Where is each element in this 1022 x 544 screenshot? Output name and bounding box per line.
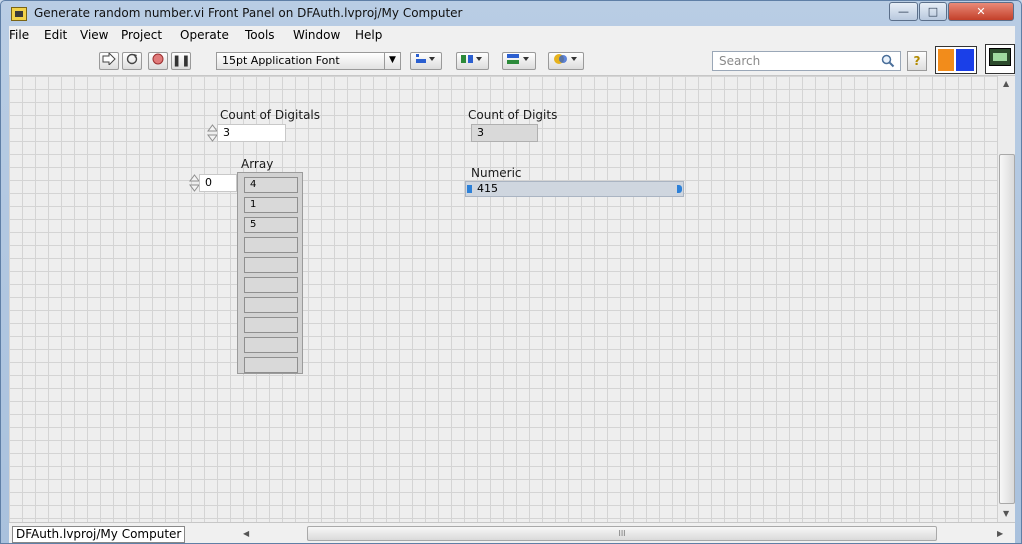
window-title: Generate random number.vi Front Panel on…: [34, 6, 463, 20]
array-element: 4: [244, 177, 298, 193]
close-button[interactable]: ✕: [948, 2, 1014, 21]
abort-icon[interactable]: [148, 52, 168, 70]
pause-icon[interactable]: ❚❚: [171, 52, 191, 70]
toolbar: ❚❚ 15pt Application Font ▼ Search ?: [9, 44, 1015, 76]
numeric-right-handle: [677, 185, 682, 193]
reorder-icon[interactable]: [548, 52, 584, 70]
search-placeholder: Search: [719, 54, 761, 68]
vertical-scrollbar[interactable]: ▲ ▼: [997, 76, 1015, 522]
count-of-digitals-input[interactable]: 3: [217, 124, 286, 142]
help-icon[interactable]: ?: [907, 51, 927, 71]
array-element: [244, 357, 298, 373]
vi-icon[interactable]: [985, 44, 1015, 74]
vi-icon-screen: [989, 48, 1011, 66]
search-icon[interactable]: [881, 54, 895, 68]
menu-file[interactable]: File: [9, 28, 29, 42]
array-element: [244, 277, 298, 293]
maximize-button[interactable]: □: [919, 2, 947, 21]
project-context-label[interactable]: DFAuth.lvproj/My Computer: [12, 526, 186, 543]
resize-objects-icon[interactable]: [502, 52, 536, 70]
chevron-down-icon: ▼: [384, 52, 400, 70]
scroll-down-icon[interactable]: ▼: [1003, 509, 1009, 518]
count-of-digitals-label: Count of Digitals: [220, 108, 321, 122]
title-bar[interactable]: Generate random number.vi Front Panel on…: [1, 1, 1021, 27]
count-of-digits-label: Count of Digits: [468, 108, 558, 122]
numeric-indicator: 415: [465, 181, 684, 197]
menu-bar: File Edit View Project Operate Tools Win…: [9, 26, 1015, 46]
menu-window[interactable]: Window: [293, 28, 340, 42]
horizontal-scrollbar[interactable]: ◀ III ▶: [241, 525, 1011, 542]
menu-project[interactable]: Project: [121, 28, 162, 42]
array-element: 5: [244, 217, 298, 233]
count-of-digits-indicator: 3: [471, 124, 538, 142]
run-continuously-icon[interactable]: [122, 52, 142, 70]
numeric-label: Numeric: [471, 166, 522, 180]
front-panel[interactable]: Count of Digitals 3 Count of Digits 3 Ar…: [9, 76, 997, 522]
array-label: Array: [241, 157, 274, 171]
scroll-left-icon[interactable]: ◀: [243, 529, 249, 538]
status-bar: DFAuth.lvproj/My Computer ◀ III ▶: [9, 522, 1015, 543]
labview-window: Generate random number.vi Front Panel on…: [0, 0, 1022, 544]
horizontal-scroll-thumb[interactable]: III: [307, 526, 937, 541]
search-input[interactable]: Search: [712, 51, 901, 71]
array-element: [244, 237, 298, 253]
numeric-value: 415: [477, 182, 498, 195]
array-element: [244, 257, 298, 273]
menu-view[interactable]: View: [80, 28, 108, 42]
connector-pane-icon[interactable]: [935, 46, 977, 74]
array-element: [244, 317, 298, 333]
vertical-scroll-thumb[interactable]: [999, 154, 1015, 504]
run-arrow-icon[interactable]: [99, 51, 119, 70]
font-dropdown[interactable]: 15pt Application Font ▼: [216, 52, 401, 70]
array-index-input[interactable]: 0: [199, 174, 237, 192]
menu-tools[interactable]: Tools: [245, 28, 275, 42]
labview-app-icon: [11, 7, 27, 21]
connector-pane-terminal-orange: [938, 49, 954, 71]
menu-operate[interactable]: Operate: [180, 28, 229, 42]
menu-edit[interactable]: Edit: [44, 28, 67, 42]
numeric-left-handle: [467, 185, 472, 193]
array-element: 1: [244, 197, 298, 213]
align-objects-icon[interactable]: [410, 52, 442, 70]
array-indicator: 4 1 5: [237, 172, 303, 374]
scroll-right-icon[interactable]: ▶: [997, 529, 1003, 538]
scroll-grip: III: [618, 529, 626, 538]
array-element: [244, 297, 298, 313]
menu-help[interactable]: Help: [355, 28, 382, 42]
scroll-up-icon[interactable]: ▲: [1003, 79, 1009, 88]
font-dropdown-value: 15pt Application Font: [222, 54, 340, 67]
connector-pane-terminal-blue: [956, 49, 974, 71]
array-element: [244, 337, 298, 353]
distribute-objects-icon[interactable]: [456, 52, 489, 70]
minimize-button[interactable]: —: [889, 2, 918, 21]
